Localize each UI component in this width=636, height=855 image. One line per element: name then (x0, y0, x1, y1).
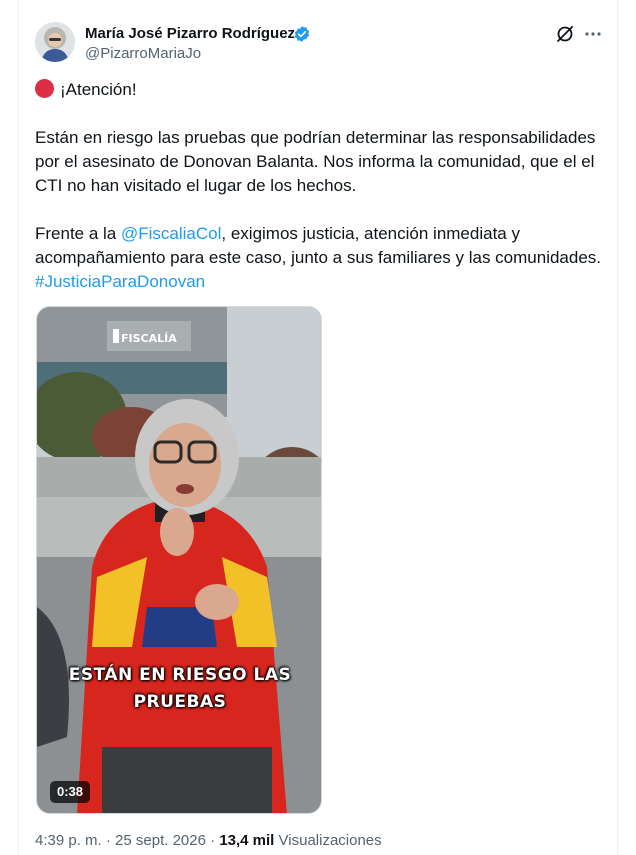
tweet-paragraph-2: Frente a la @FiscaliaCol, exigimos justi… (35, 222, 605, 294)
attention-line: ¡Atención! (35, 78, 605, 102)
building-sign: FISCALÍA (121, 332, 177, 345)
tweet-meta: 4:39 p. m. · 25 sept. 2026 · 13,4 mil Vi… (35, 832, 382, 849)
verified-badge-icon (294, 26, 310, 42)
tweet-text: ¡Atención! Están en riesgo las pruebas q… (35, 78, 605, 294)
video-caption-line-2: PRUEBAS (133, 692, 227, 712)
tweet-paragraph-1: Están en riesgo las pruebas que podrían … (35, 128, 596, 195)
meta-separator-2: · (210, 832, 216, 849)
tweet-card: María José Pizarro Rodríguez @PizarroMar… (18, 0, 618, 855)
mention-link[interactable]: @FiscaliaCol (121, 224, 221, 243)
hashtag-link[interactable]: #JusticiaParaDonovan (35, 272, 205, 291)
more-icon[interactable] (583, 24, 603, 44)
avatar[interactable] (35, 22, 75, 62)
attention-text: ¡Atención! (60, 80, 137, 99)
views-count[interactable]: 13,4 mil (219, 832, 274, 849)
author-display-name[interactable]: María José Pizarro Rodríguez (85, 25, 295, 42)
video-duration-badge: 0:38 (50, 781, 91, 803)
video-player[interactable]: FISCALÍA ESTÁN EN RIESGO LAS PRUEBAS 0:3… (36, 306, 322, 814)
meta-separator: · (105, 832, 111, 849)
tweet-date[interactable]: 25 sept. 2026 (115, 832, 206, 849)
grok-icon[interactable] (555, 24, 575, 44)
author-handle[interactable]: @PizarroMariaJo (85, 45, 201, 62)
video-thumbnail: FISCALÍA (37, 307, 321, 813)
views-label[interactable]: Visualizaciones (279, 832, 382, 849)
video-caption-line-1: ESTÁN EN RIESGO LAS (68, 665, 292, 685)
paragraph-2-start: Frente a la (35, 224, 121, 243)
tweet-time[interactable]: 4:39 p. m. (35, 832, 102, 849)
red-circle-icon (35, 79, 54, 98)
